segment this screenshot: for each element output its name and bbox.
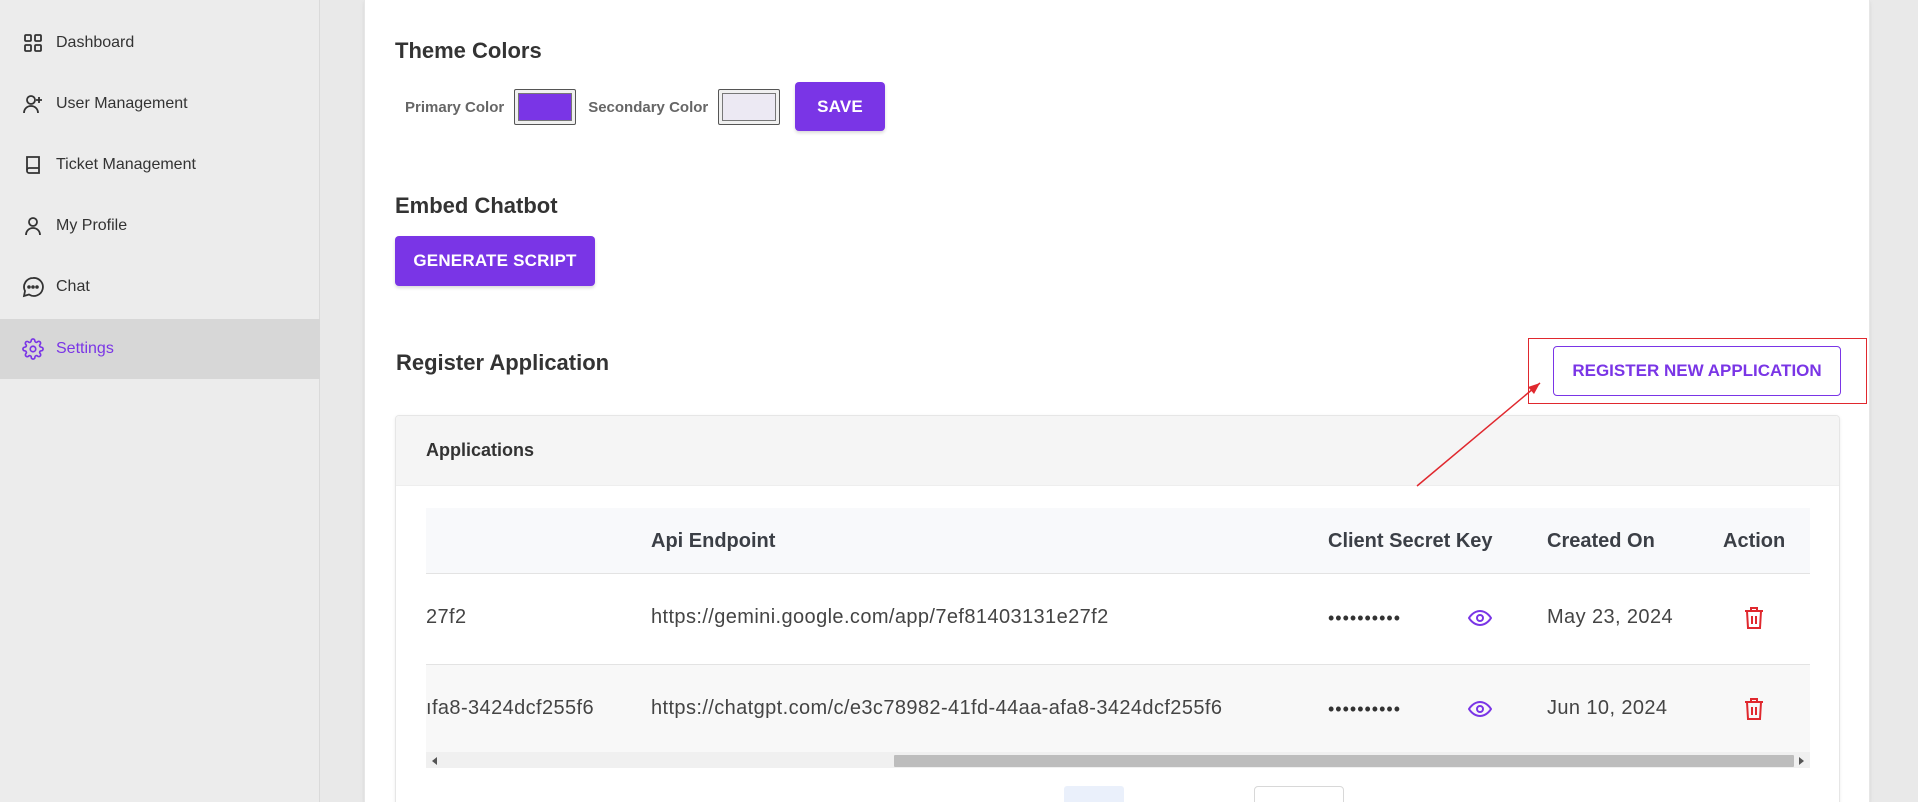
column-header-client-secret-key[interactable]: Client Secret Key <box>1328 530 1493 553</box>
eye-icon[interactable] <box>1467 606 1493 630</box>
user-icon <box>22 215 44 237</box>
column-header-created-on[interactable]: Created On <box>1547 530 1655 553</box>
book-icon <box>22 154 44 176</box>
applications-title: Applications <box>426 440 535 460</box>
register-application-title: Register Application <box>396 350 610 375</box>
register-new-application-button[interactable]: REGISTER NEW APPLICATION <box>1553 346 1841 396</box>
api-endpoint-cell: https://gemini.google.com/app/7ef8140313… <box>651 606 1109 628</box>
sidebar-item-label: User Management <box>56 95 188 112</box>
api-endpoint-cell: https://chatgpt.com/c/e3c78982-41fd-44aa… <box>651 697 1223 719</box>
sidebar: Dashboard User Management Ticket Managem… <box>0 0 320 802</box>
sidebar-item-user-management[interactable]: User Management <box>0 74 320 134</box>
application-id-cell: ıfa8-3424dcf255f6 <box>426 697 595 719</box>
sidebar-item-label: My Profile <box>56 217 128 234</box>
sidebar-item-ticket-management[interactable]: Ticket Management <box>0 135 320 195</box>
sidebar-item-label: Chat <box>56 278 90 295</box>
sidebar-item-settings[interactable]: Settings <box>0 319 320 379</box>
sidebar-item-my-profile[interactable]: My Profile <box>0 196 320 256</box>
settings-panel: Theme Colors Primary Color Secondary Col… <box>364 0 1870 802</box>
table-row: ıfa8-3424dcf255f6 https://chatgpt.com/c/… <box>426 665 1810 756</box>
scroll-right-arrow-icon[interactable] <box>1796 756 1806 766</box>
secondary-color-label: Secondary Color <box>588 98 709 116</box>
embed-chatbot-title: Embed Chatbot <box>395 193 558 218</box>
created-on-cell: May 23, 2024 <box>1547 606 1673 628</box>
application-id-cell: 27f2 <box>426 606 467 628</box>
scrollbar-thumb[interactable] <box>894 755 1794 767</box>
generate-script-button[interactable]: GENERATE SCRIPT <box>395 236 595 286</box>
sidebar-item-label: Dashboard <box>56 34 135 51</box>
primary-color-label: Primary Color <box>405 98 505 116</box>
horizontal-scrollbar[interactable] <box>426 752 1810 768</box>
chat-bubble-icon <box>22 276 44 298</box>
eye-icon[interactable] <box>1467 697 1493 721</box>
scroll-left-arrow-icon[interactable] <box>430 756 440 766</box>
client-secret-masked: •••••••••• <box>1328 699 1402 719</box>
client-secret-masked: •••••••••• <box>1328 608 1402 628</box>
rows-per-page-select[interactable] <box>1254 786 1344 802</box>
secondary-color-picker[interactable] <box>718 89 781 125</box>
table-header-row: Api Endpoint Client Secret Key Created O… <box>426 508 1810 574</box>
pagination-current-page[interactable] <box>1064 786 1124 802</box>
save-button[interactable]: SAVE <box>795 82 885 131</box>
delete-icon[interactable] <box>1743 697 1765 721</box>
primary-color-picker[interactable] <box>514 89 577 125</box>
user-plus-icon <box>22 93 44 115</box>
grid-icon <box>22 32 44 54</box>
table-row: 27f2 https://gemini.google.com/app/7ef81… <box>426 574 1810 665</box>
delete-icon[interactable] <box>1743 606 1765 630</box>
applications-card-header: Applications <box>396 416 1839 486</box>
applications-card: Applications Api Endpoint Client Secret … <box>395 415 1840 802</box>
column-header-api-endpoint[interactable]: Api Endpoint <box>651 530 775 553</box>
sidebar-item-label: Settings <box>56 340 114 357</box>
sidebar-item-chat[interactable]: Chat <box>0 257 320 317</box>
gear-icon <box>22 338 44 360</box>
theme-colors-title: Theme Colors <box>395 38 542 63</box>
sidebar-item-label: Ticket Management <box>56 156 196 173</box>
primary-color-fill <box>518 93 573 121</box>
applications-table: Api Endpoint Client Secret Key Created O… <box>426 508 1810 768</box>
theme-colors-row: Primary Color Secondary Color <box>405 82 792 132</box>
created-on-cell: Jun 10, 2024 <box>1547 697 1668 719</box>
secondary-color-fill <box>722 93 777 121</box>
sidebar-item-dashboard[interactable]: Dashboard <box>0 13 320 73</box>
column-header-action: Action <box>1723 530 1786 552</box>
